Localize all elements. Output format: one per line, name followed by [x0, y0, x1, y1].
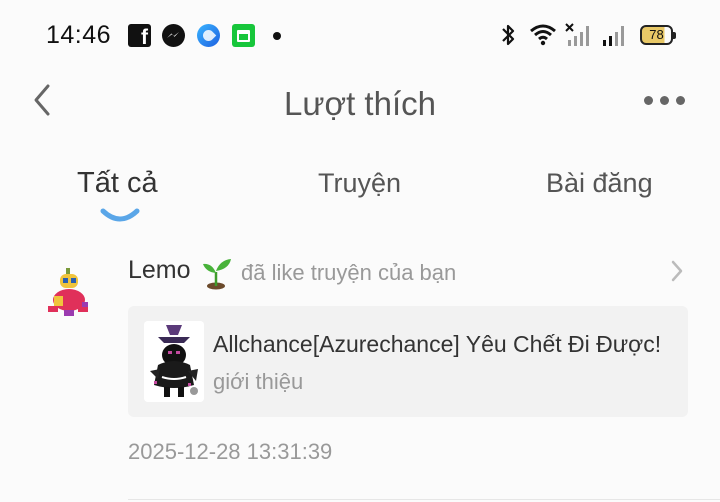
story-subtitle: giới thiệu — [213, 369, 304, 394]
chevron-right-icon — [671, 260, 683, 282]
notification-item[interactable]: Lemo đã like truyện của bạn Allchance[Az… — [0, 246, 720, 502]
battery-icon: 78 — [640, 25, 676, 45]
avatar[interactable] — [42, 266, 96, 320]
status-time: 14:46 — [46, 21, 112, 49]
status-bar: 14:46 f 78 — [0, 0, 720, 68]
tab-stories[interactable]: Truyện — [318, 168, 401, 199]
signal-icon — [603, 26, 624, 46]
wifi-icon — [530, 24, 556, 46]
page-title: Lượt thích — [284, 85, 436, 122]
signal-no-sim-icon — [565, 23, 589, 46]
action-text: đã like truyện của bạn — [241, 260, 457, 285]
timestamp: 2025-12-28 13:31:39 — [128, 439, 333, 464]
messenger-icon — [162, 24, 185, 47]
app-icon — [197, 24, 220, 47]
story-card[interactable]: Allchance[Azurechance] Yêu Chết Đi Được!… — [128, 306, 688, 417]
more-options-button[interactable] — [640, 88, 688, 112]
story-title: Allchance[Azurechance] Yêu Chết Đi Được! — [213, 331, 662, 357]
facebook-icon: f — [128, 24, 151, 49]
tab-bar: Tất cả Truyện Bài đăng — [0, 160, 720, 230]
more-dots-icon — [644, 96, 653, 105]
active-tab-indicator — [100, 208, 140, 222]
app-store-icon — [232, 24, 255, 47]
notification-dot-icon — [273, 32, 281, 40]
divider — [128, 499, 720, 500]
bluetooth-icon — [502, 24, 515, 46]
story-cover-image — [144, 321, 204, 402]
user-name[interactable]: Lemo — [128, 256, 191, 285]
sprout-icon — [203, 259, 231, 290]
tab-all[interactable]: Tất cả — [77, 167, 158, 200]
tab-posts[interactable]: Bài đăng — [546, 168, 653, 199]
header: Lượt thích — [0, 68, 720, 134]
open-notification-button[interactable] — [666, 258, 688, 284]
